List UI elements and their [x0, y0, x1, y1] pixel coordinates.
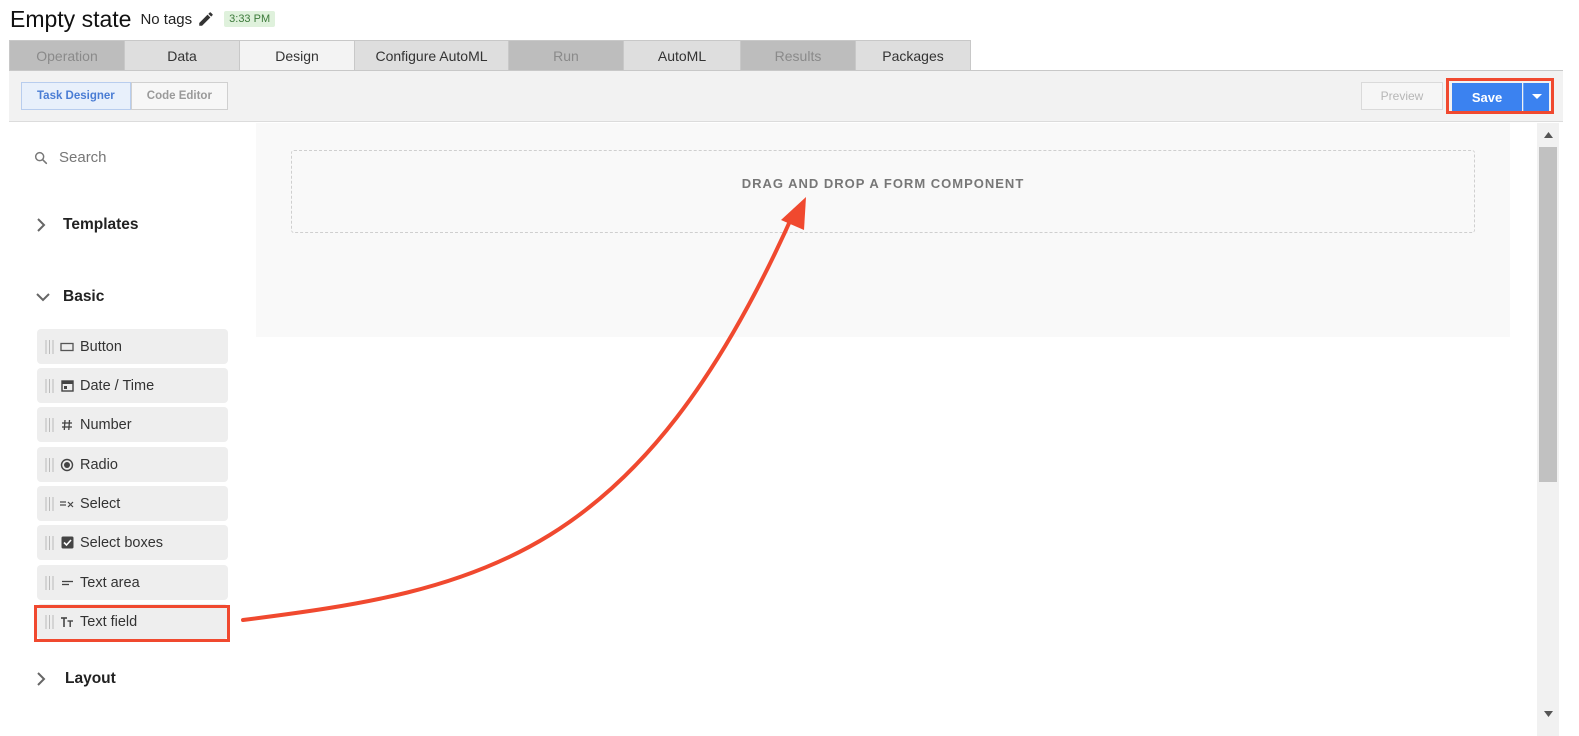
header: Empty state No tags 3:33 PM — [0, 0, 1579, 38]
save-options-button[interactable] — [1523, 83, 1549, 111]
component-label: Number — [80, 416, 132, 433]
scroll-down-button[interactable] — [1537, 705, 1559, 723]
triangle-up-icon — [1543, 132, 1553, 138]
component-number[interactable]: Number — [37, 407, 228, 442]
tab-label: Design — [275, 48, 319, 64]
tab-data[interactable]: Data — [124, 40, 240, 71]
section-label: Layout — [65, 670, 116, 687]
tab-label: Packages — [882, 48, 944, 64]
tab-label: Run — [553, 48, 579, 64]
chevron-right-icon — [37, 672, 46, 686]
save-button[interactable]: Save — [1452, 83, 1522, 111]
component-select[interactable]: Select — [37, 486, 228, 521]
component-select-boxes[interactable]: Select boxes — [37, 525, 228, 560]
preview-button[interactable]: Preview — [1361, 82, 1443, 110]
time-badge: 3:33 PM — [224, 11, 276, 27]
tab-design[interactable]: Design — [239, 40, 355, 71]
tab-label: Operation — [36, 48, 98, 64]
code-editor-button[interactable]: Code Editor — [130, 82, 228, 110]
tab-label: Results — [774, 48, 822, 64]
component-radio[interactable]: Radio — [37, 447, 228, 482]
calendar-icon — [60, 379, 74, 393]
select-list-icon — [60, 497, 74, 511]
component-button[interactable]: Button — [37, 329, 228, 364]
component-label: Radio — [80, 456, 118, 473]
tab-results[interactable]: Results — [740, 40, 856, 71]
tab-label: Data — [167, 48, 197, 64]
section-label: Templates — [63, 216, 139, 233]
scroll-up-button[interactable] — [1537, 126, 1559, 144]
text-area-icon — [60, 576, 74, 590]
tags[interactable]: No tags — [140, 10, 215, 28]
section-layout[interactable]: Layout — [36, 670, 116, 688]
tab-label: Configure AutoML — [375, 48, 488, 64]
form-canvas: DRAG AND DROP A FORM COMPONENT — [256, 123, 1510, 337]
tab-bar: Operation Data Design Configure AutoML R… — [9, 40, 971, 71]
caret-down-icon — [1531, 94, 1542, 99]
search-icon — [34, 151, 48, 164]
section-templates[interactable]: Templates — [36, 216, 139, 234]
page-title: Empty state — [10, 5, 132, 32]
component-label: Text area — [80, 574, 140, 591]
editor-mode-toggle: Task Designer Code Editor — [21, 82, 228, 110]
dropzone-text: DRAG AND DROP A FORM COMPONENT — [741, 176, 1025, 191]
triangle-down-icon — [1543, 711, 1553, 717]
component-label: Select — [80, 495, 121, 512]
component-text-area[interactable]: Text area — [37, 565, 228, 600]
drag-handle-icon — [45, 496, 55, 511]
section-label: Basic — [63, 288, 105, 305]
page: Empty state No tags 3:33 PM Operation Da… — [0, 0, 1579, 736]
drag-handle-icon — [45, 339, 55, 354]
component-label: Button — [80, 338, 122, 355]
checkbox-icon — [60, 536, 74, 550]
task-designer-button[interactable]: Task Designer — [21, 82, 131, 110]
tab-operation[interactable]: Operation — [9, 40, 125, 71]
scrollbar-thumb[interactable] — [1539, 147, 1557, 482]
component-label: Select boxes — [80, 534, 164, 551]
drag-handle-icon — [45, 417, 55, 432]
drag-handle-icon — [45, 575, 55, 590]
component-label: Date / Time — [80, 377, 155, 394]
component-date-time[interactable]: Date / Time — [37, 368, 228, 403]
toolbar: Task Designer Code Editor Preview Save — [9, 71, 1563, 122]
radio-icon — [60, 458, 74, 472]
tab-packages[interactable]: Packages — [855, 40, 971, 71]
tab-label: AutoML — [657, 48, 707, 64]
chevron-down-icon — [36, 293, 50, 302]
text-field-highlight-outline — [34, 605, 230, 642]
pencil-icon[interactable] — [197, 10, 215, 28]
chevron-right-icon — [37, 218, 46, 232]
component-sidebar: Search Templates Basic Button Date / Tim… — [9, 123, 255, 736]
tab-configure-automl[interactable]: Configure AutoML — [354, 40, 509, 71]
section-basic[interactable]: Basic — [36, 288, 104, 306]
drag-handle-icon — [45, 457, 55, 472]
tab-automl[interactable]: AutoML — [623, 40, 741, 71]
hash-icon — [60, 418, 74, 432]
drag-handle-icon — [45, 378, 55, 393]
search-input[interactable]: Search — [33, 149, 107, 166]
tab-run[interactable]: Run — [508, 40, 624, 71]
form-dropzone[interactable]: DRAG AND DROP A FORM COMPONENT — [291, 150, 1475, 233]
button-icon — [60, 340, 74, 354]
search-placeholder: Search — [59, 149, 107, 166]
tags-label: No tags — [140, 10, 193, 28]
drag-handle-icon — [45, 535, 55, 550]
